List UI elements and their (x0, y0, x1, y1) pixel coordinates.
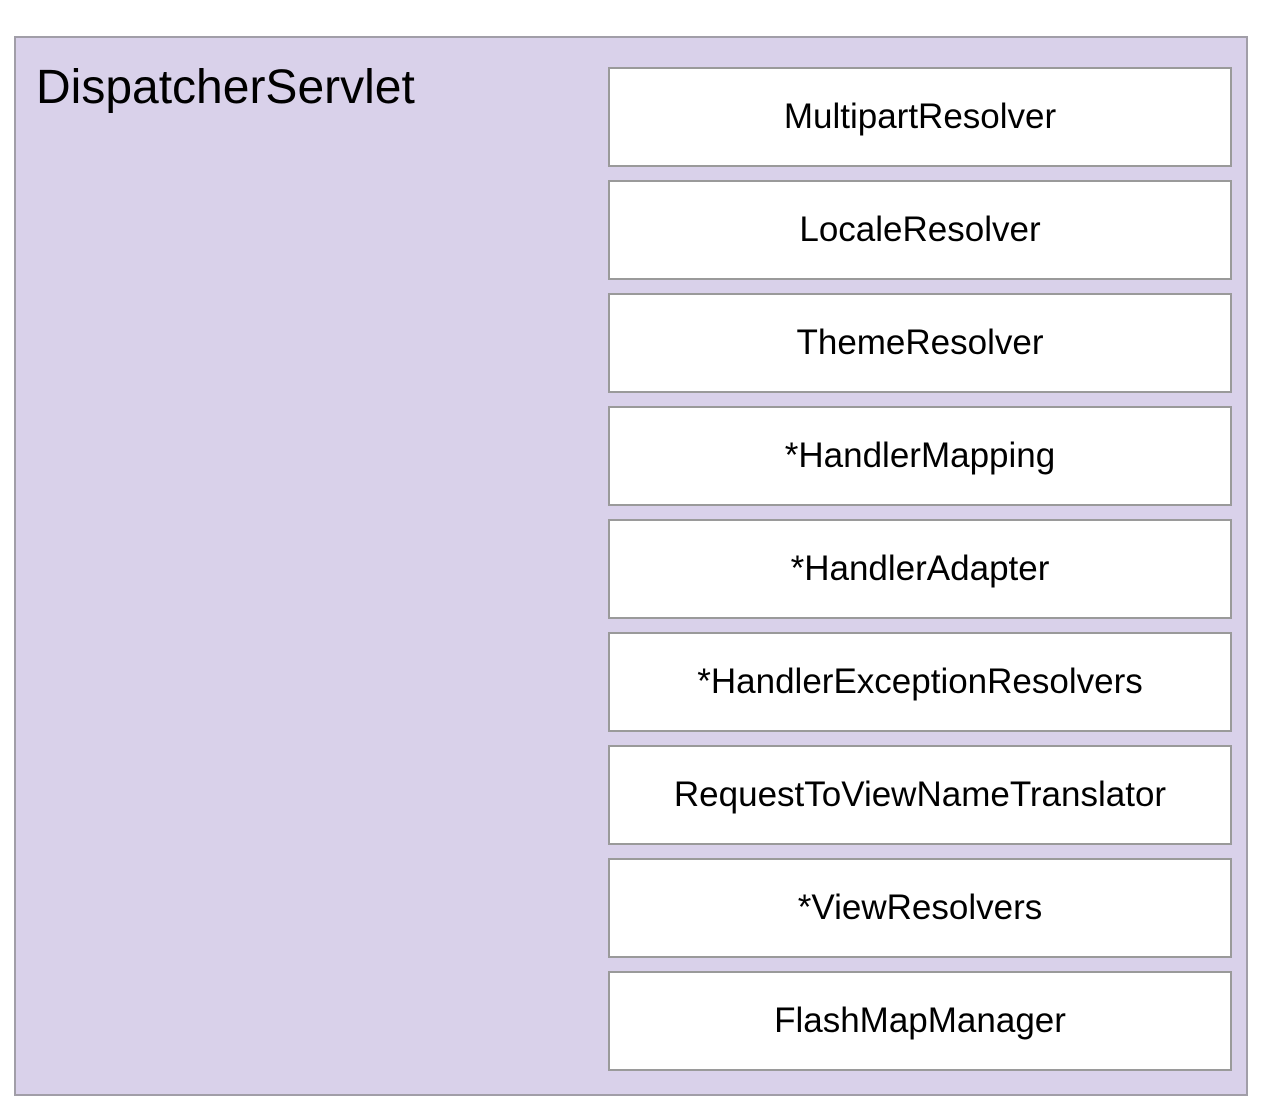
component-view-resolvers: *ViewResolvers (608, 858, 1232, 958)
component-multipart-resolver: MultipartResolver (608, 67, 1232, 167)
component-theme-resolver: ThemeResolver (608, 293, 1232, 393)
component-handler-adapter: *HandlerAdapter (608, 519, 1232, 619)
dispatcher-servlet-container: DispatcherServlet MultipartResolver Loca… (14, 36, 1248, 1096)
component-handler-exception-resolvers: *HandlerExceptionResolvers (608, 632, 1232, 732)
component-handler-mapping: *HandlerMapping (608, 406, 1232, 506)
dispatcher-servlet-title: DispatcherServlet (36, 61, 415, 114)
component-list: MultipartResolver LocaleResolver ThemeRe… (608, 67, 1232, 1071)
component-request-to-view-name-translator: RequestToViewNameTranslator (608, 745, 1232, 845)
component-locale-resolver: LocaleResolver (608, 180, 1232, 280)
component-flash-map-manager: FlashMapManager (608, 971, 1232, 1071)
